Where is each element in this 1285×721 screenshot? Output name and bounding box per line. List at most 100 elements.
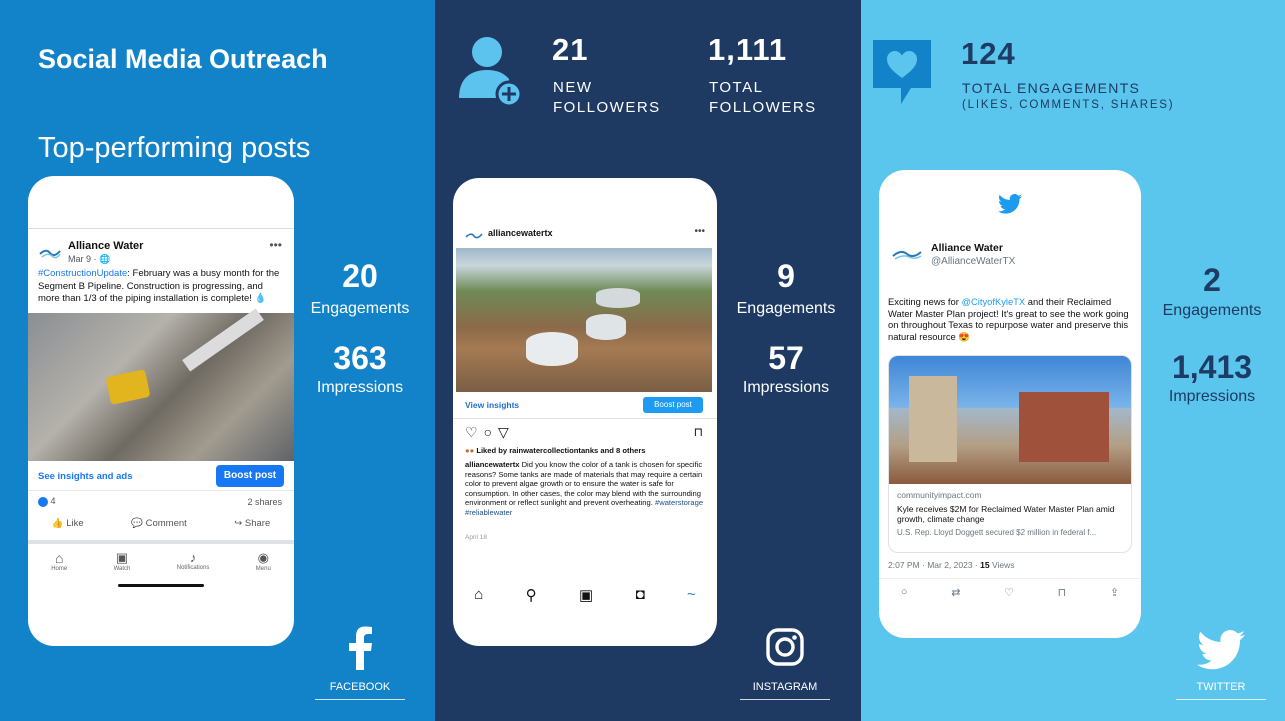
comment-button[interactable]: 💬 Comment: [131, 518, 187, 529]
post-hashtag[interactable]: #ConstructionUpdate: [38, 268, 127, 279]
nav-watch[interactable]: ▣ Watch: [114, 550, 131, 572]
home-indicator: [118, 584, 204, 587]
share-count[interactable]: 2 shares: [247, 497, 282, 507]
facebook-impressions-value: 363: [333, 340, 387, 376]
divider: [28, 540, 294, 544]
post-date: Mar 9 · 🌐: [68, 254, 111, 264]
share-button[interactable]: ↪ Share: [234, 518, 270, 529]
menu-avatar-icon: ◉: [257, 550, 269, 565]
twitter-impressions-label: Impressions: [1168, 388, 1256, 405]
profile-logo-icon[interactable]: ~: [687, 586, 696, 604]
comment-icon[interactable]: ○: [484, 424, 498, 440]
facebook-brand-label: FACEBOOK: [315, 681, 405, 700]
view-insights-link[interactable]: View insights: [465, 400, 519, 410]
water-tank-shape: [526, 332, 578, 366]
twitter-logo-icon: [1197, 630, 1245, 670]
page-title: Social Media Outreach: [38, 44, 328, 74]
divider: [453, 418, 717, 419]
water-tank-shape: [596, 288, 640, 308]
see-insights-link[interactable]: See insights and ads: [38, 471, 133, 482]
alliance-water-logo-icon: [38, 240, 62, 264]
share-icon[interactable]: ⇪: [1110, 586, 1119, 599]
bottom-nav: ⌂ Home ▣ Watch ♪ Notifications ◉ Menu: [28, 550, 294, 572]
boost-post-button[interactable]: Boost post: [216, 465, 284, 487]
like-button[interactable]: 👍 Like: [52, 518, 84, 529]
instagram-engagements-value: 9: [777, 258, 795, 294]
post-date: April 18: [465, 534, 488, 541]
facebook-phone-mockup: Alliance Water Mar 9 · 🌐 ••• #Constructi…: [28, 176, 294, 646]
twitter-bird-icon: [998, 194, 1022, 214]
post-text: #ConstructionUpdate: February was a busy…: [38, 268, 284, 306]
building-shape: [1019, 392, 1109, 462]
instagram-logo-icon: [766, 628, 804, 666]
facebook-impressions-label: Impressions: [316, 379, 404, 396]
search-icon[interactable]: ⚲: [526, 586, 537, 604]
section-subtitle: Top-performing posts: [38, 132, 311, 164]
send-icon[interactable]: ▽: [498, 424, 515, 440]
building-shape: [909, 376, 957, 462]
facebook-panel: Social Media Outreach Top-performing pos…: [0, 0, 435, 721]
reaction-count[interactable]: 4: [38, 496, 56, 507]
boost-post-button[interactable]: Boost post: [643, 397, 703, 413]
twitter-engagements-label: Engagements: [1162, 302, 1262, 319]
card-domain: communityimpact.com: [897, 490, 982, 500]
reels-icon[interactable]: ▣: [579, 586, 593, 604]
home-icon[interactable]: ⌂: [474, 586, 483, 604]
excavator-shape: [105, 369, 151, 405]
new-followers-label: NEW FOLLOWERS: [553, 79, 661, 116]
bell-icon: ♪: [189, 550, 197, 565]
tweet-text: Exciting news for @CityofKyleTX and thei…: [888, 296, 1129, 342]
tweet-meta: 2:07 PM · Mar 2, 2023 · 15 Views: [888, 560, 1015, 570]
nav-menu[interactable]: ◉ Menu: [256, 550, 271, 572]
video-icon: ▣: [115, 550, 129, 565]
reaction-count-value: 4: [50, 496, 56, 506]
more-options-icon[interactable]: •••: [269, 238, 282, 252]
facebook-logo-icon: [346, 626, 374, 670]
facebook-engagements-label: Engagements: [310, 300, 410, 317]
total-engagements-value: 124: [961, 36, 1016, 71]
instagram-phone-mockup: alliancewatertx ••• View insights Boost …: [453, 178, 717, 646]
twitter-engagements-value: 2: [1203, 262, 1221, 298]
facebook-engagements-value: 20: [342, 258, 378, 294]
bottom-nav: ⌂ ⚲ ▣ ◘ ~: [453, 586, 717, 604]
alliance-water-logo-icon: [889, 244, 925, 264]
tweet-action-bar: ○ ⇄ ♡ ⊓ ⇪: [879, 586, 1141, 599]
pipe-shape: [182, 308, 264, 372]
divider: [28, 228, 294, 229]
heart-icon[interactable]: ♡: [465, 424, 484, 440]
reply-icon[interactable]: ○: [901, 586, 908, 599]
add-follower-icon: [457, 34, 527, 108]
post-account-name[interactable]: Alliance Water: [931, 242, 1003, 254]
twitter-impressions-value: 1,413: [1171, 349, 1253, 385]
bookmark-icon[interactable]: ⊓: [694, 425, 703, 439]
divider: [879, 578, 1141, 579]
heart-speech-bubble-icon: [871, 38, 933, 106]
new-followers-value: 21: [552, 32, 589, 67]
shop-icon[interactable]: ◘: [636, 586, 645, 604]
mention-link[interactable]: @CityofKyleTX: [961, 296, 1025, 307]
total-followers-value: 1,111: [708, 32, 788, 67]
liker-avatars-icon: ●●: [465, 446, 475, 455]
like-reaction-icon: [38, 496, 48, 507]
card-description: U.S. Rep. Lloyd Doggett secured $2 milli…: [897, 528, 1097, 537]
thumbs-up-icon: 👍: [51, 518, 64, 529]
liked-by-text[interactable]: ●● Liked by rainwatercollectiontanks and…: [465, 446, 707, 455]
retweet-icon[interactable]: ⇄: [951, 586, 960, 599]
post-handle[interactable]: @AllianceWaterTX: [931, 256, 1015, 267]
post-account-name[interactable]: Alliance Water: [68, 240, 143, 252]
nav-home[interactable]: ⌂ Home: [51, 550, 67, 572]
post-account-name[interactable]: alliancewatertx: [488, 228, 553, 238]
share-arrow-icon: ↪: [234, 518, 243, 529]
post-action-bar: 👍 Like 💬 Comment ↪ Share: [28, 518, 294, 529]
bookmark-icon[interactable]: ⊓: [1058, 586, 1067, 599]
like-heart-icon[interactable]: ♡: [1004, 586, 1014, 599]
total-followers-label: TOTAL FOLLOWERS: [709, 79, 817, 116]
nav-notifications[interactable]: ♪ Notifications: [177, 550, 210, 572]
post-caption: alliancewatertx Did you know the color o…: [465, 460, 704, 517]
instagram-panel: 21 NEW FOLLOWERS 1,111 TOTAL FOLLOWERS a…: [435, 0, 861, 721]
water-tanks-photo[interactable]: [456, 248, 712, 392]
construction-photo[interactable]: [28, 308, 294, 461]
link-card[interactable]: communityimpact.com Kyle receives $2M fo…: [888, 355, 1132, 553]
more-options-icon[interactable]: •••: [694, 226, 705, 237]
insights-bar: See insights and ads Boost post: [28, 461, 294, 491]
